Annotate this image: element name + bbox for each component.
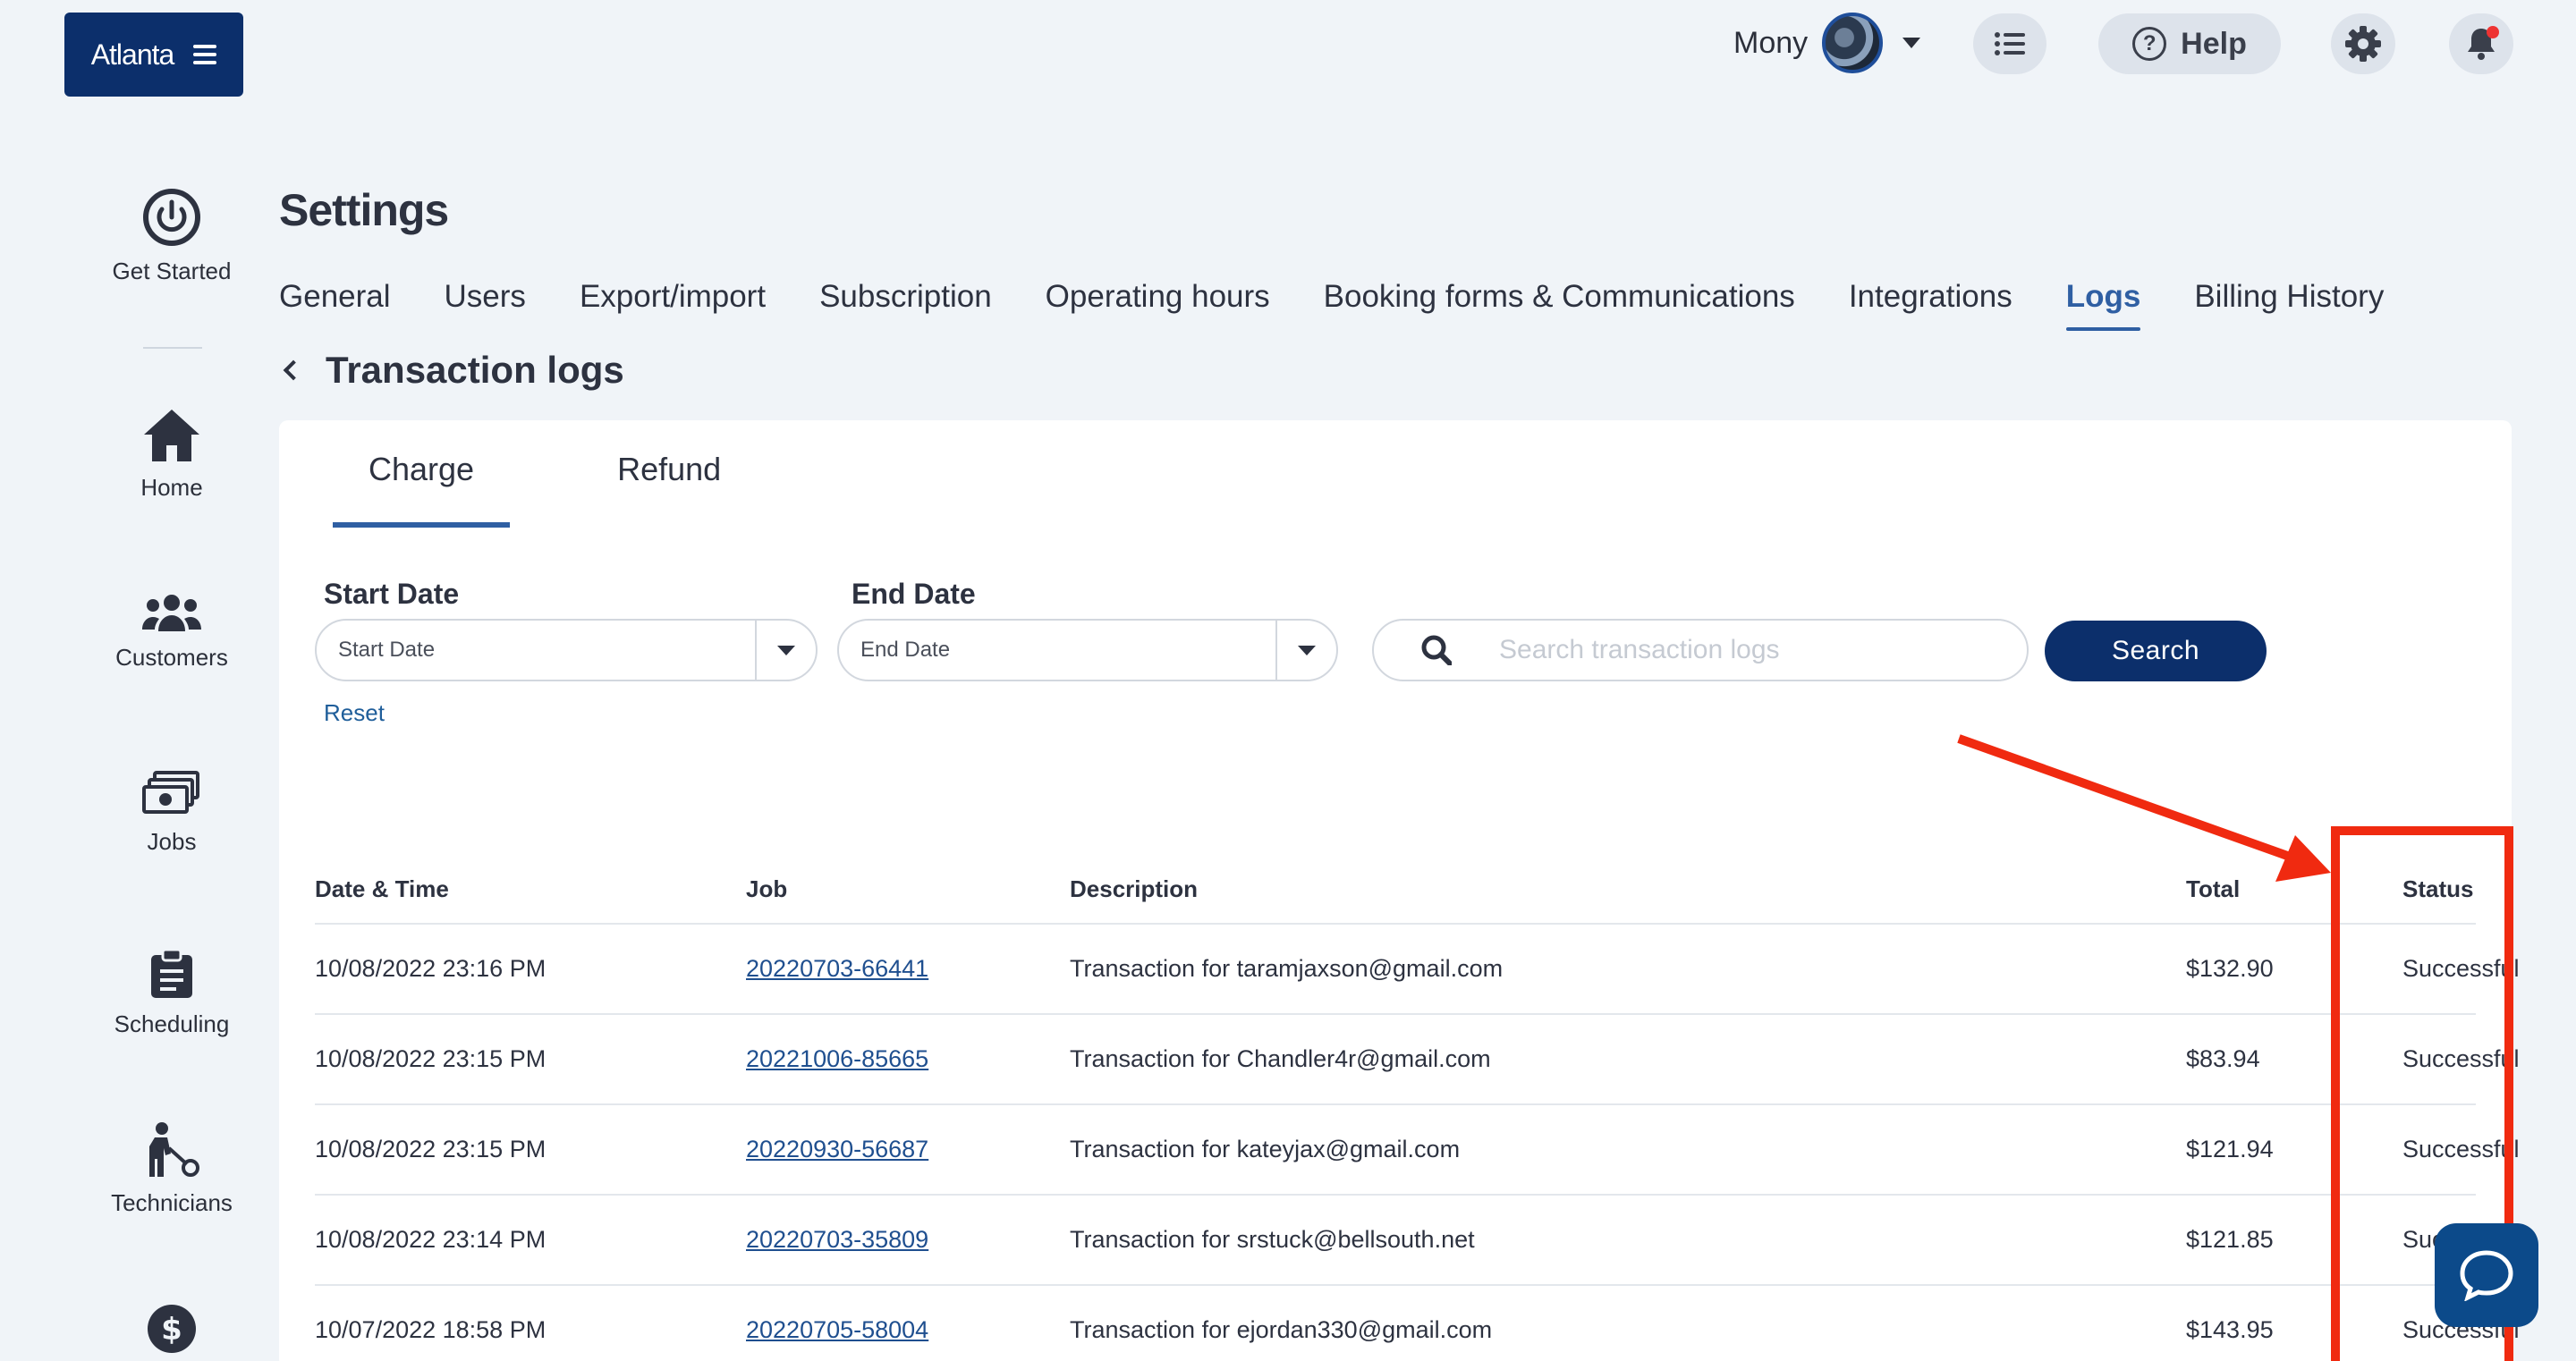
start-date-value: Start Date: [338, 638, 436, 662]
row-total: $121.94: [2186, 1136, 2274, 1162]
page-title: Settings: [279, 185, 449, 235]
start-date-field[interactable]: Start Date: [315, 619, 818, 681]
tab-subscription[interactable]: Subscription: [819, 279, 992, 331]
chevron-down-icon: [777, 645, 795, 655]
breadcrumb: Transaction logs: [279, 349, 624, 392]
clipboard-icon: [151, 948, 192, 998]
sidebar-item-label: Scheduling: [114, 1010, 230, 1037]
brand-label: Atlanta: [90, 38, 175, 71]
row-date: 10/08/2022 23:15 PM: [315, 1136, 547, 1162]
table-row: 10/07/2022 18:58 PM 20220705-58004 Trans…: [315, 1284, 2520, 1361]
start-date-dropdown[interactable]: [755, 621, 816, 680]
search-button[interactable]: Search: [2045, 621, 2267, 681]
money-stack-icon: [142, 771, 199, 814]
column-job: Job: [746, 875, 788, 902]
notifications-button[interactable]: [2449, 13, 2513, 74]
notification-dot: [2487, 26, 2499, 38]
tab-logs[interactable]: Logs: [2065, 279, 2140, 331]
table-header: Date & Time Job Description Total Status: [315, 862, 2476, 916]
chevron-down-icon: [1902, 38, 1921, 48]
job-link[interactable]: 20221006-85665: [746, 1015, 928, 1103]
tab-booking-forms[interactable]: Booking forms & Communications: [1324, 279, 1795, 331]
avatar: [1822, 13, 1884, 73]
search-placeholder: Search transaction logs: [1499, 635, 1780, 664]
location-menu-button[interactable]: Atlanta: [64, 13, 243, 97]
column-date: Date & Time: [315, 875, 449, 902]
end-date-dropdown[interactable]: [1275, 621, 1336, 680]
sidebar-item-label: Customers: [115, 644, 228, 671]
chat-bubble-icon: [2460, 1250, 2513, 1301]
job-link[interactable]: 20220930-56687: [746, 1105, 928, 1194]
dollar-icon: $: [148, 1305, 196, 1353]
sidebar-item-label: Get Started: [112, 258, 232, 284]
settings-tabs: General Users Export/import Subscription…: [279, 279, 2384, 331]
tab-general[interactable]: General: [279, 279, 391, 331]
sidebar-divider: [143, 347, 202, 349]
row-description: Transaction for kateyjax@gmail.com: [1070, 1136, 1461, 1162]
row-date: 10/08/2022 23:15 PM: [315, 1045, 547, 1072]
table-row: 10/08/2022 23:14 PM 20220703-35809 Trans…: [315, 1194, 2520, 1284]
technician-icon: [149, 1122, 199, 1177]
transaction-logs-card: Charge Refund Start Date Start Date End …: [279, 420, 2520, 1361]
tab-export-import[interactable]: Export/import: [580, 279, 766, 331]
home-icon: [144, 410, 199, 461]
tab-operating-hours[interactable]: Operating hours: [1046, 279, 1270, 331]
tab-charge[interactable]: Charge: [333, 451, 511, 528]
breadcrumb-title: Transaction logs: [326, 349, 624, 391]
power-icon: [143, 189, 200, 246]
sidebar-item-label: Jobs: [147, 828, 197, 855]
row-total: $121.85: [2186, 1226, 2274, 1253]
search-input[interactable]: Search transaction logs: [1372, 619, 2029, 681]
row-total: $83.94: [2186, 1045, 2260, 1072]
user-name: Mony: [1733, 25, 1809, 60]
settings-button[interactable]: [2331, 13, 2395, 74]
users-icon: [142, 595, 201, 631]
table-row: 10/08/2022 23:16 PM 20220703-66441 Trans…: [315, 923, 2520, 1013]
sidebar-item-label: Home: [140, 474, 203, 501]
sidebar-item-label: Technicians: [111, 1189, 233, 1216]
search-icon: [1374, 635, 1499, 665]
row-date: 10/07/2022 18:58 PM: [315, 1316, 547, 1343]
chevron-down-icon: [1298, 645, 1316, 655]
column-total: Total: [2186, 875, 2241, 902]
start-date-label: Start Date: [324, 578, 460, 610]
svg-text:$: $: [161, 1312, 182, 1348]
row-date: 10/08/2022 23:16 PM: [315, 955, 547, 982]
row-total: $132.90: [2186, 955, 2274, 982]
job-link[interactable]: 20220703-35809: [746, 1196, 928, 1284]
job-link[interactable]: 20220703-66441: [746, 925, 928, 1013]
row-description: Transaction for taramjaxson@gmail.com: [1070, 955, 1504, 982]
task-list-button[interactable]: [1973, 13, 2046, 74]
tab-users[interactable]: Users: [445, 279, 526, 331]
log-type-tabs: Charge Refund: [333, 451, 757, 528]
help-button[interactable]: ? Help: [2098, 13, 2281, 74]
row-date: 10/08/2022 23:14 PM: [315, 1226, 547, 1253]
end-date-label: End Date: [852, 578, 976, 610]
row-description: Transaction for Chandler4r@gmail.com: [1070, 1045, 1491, 1072]
job-link[interactable]: 20220705-58004: [746, 1286, 928, 1361]
tab-integrations[interactable]: Integrations: [1849, 279, 2012, 331]
row-total: $143.95: [2186, 1316, 2274, 1343]
row-description: Transaction for srstuck@bellsouth.net: [1070, 1226, 1475, 1253]
end-date-field[interactable]: End Date: [837, 619, 1338, 681]
user-menu[interactable]: Mony: [1733, 13, 1921, 73]
back-chevron-icon[interactable]: [283, 359, 304, 381]
question-icon: ?: [2132, 27, 2167, 61]
help-label: Help: [2181, 26, 2247, 61]
hamburger-icon: [193, 45, 217, 64]
column-description: Description: [1070, 875, 1199, 902]
list-icon: [1995, 32, 2025, 55]
end-date-value: End Date: [860, 638, 951, 662]
gear-icon: [2345, 26, 2381, 62]
chat-support-button[interactable]: [2435, 1223, 2538, 1327]
tab-billing-history[interactable]: Billing History: [2194, 279, 2384, 331]
tab-refund[interactable]: Refund: [581, 451, 757, 528]
table-row: 10/08/2022 23:15 PM 20220930-56687 Trans…: [315, 1103, 2520, 1194]
table-row: 10/08/2022 23:15 PM 20221006-85665 Trans…: [315, 1013, 2520, 1103]
row-description: Transaction for ejordan330@gmail.com: [1070, 1316, 1493, 1343]
reset-link[interactable]: Reset: [324, 699, 385, 727]
